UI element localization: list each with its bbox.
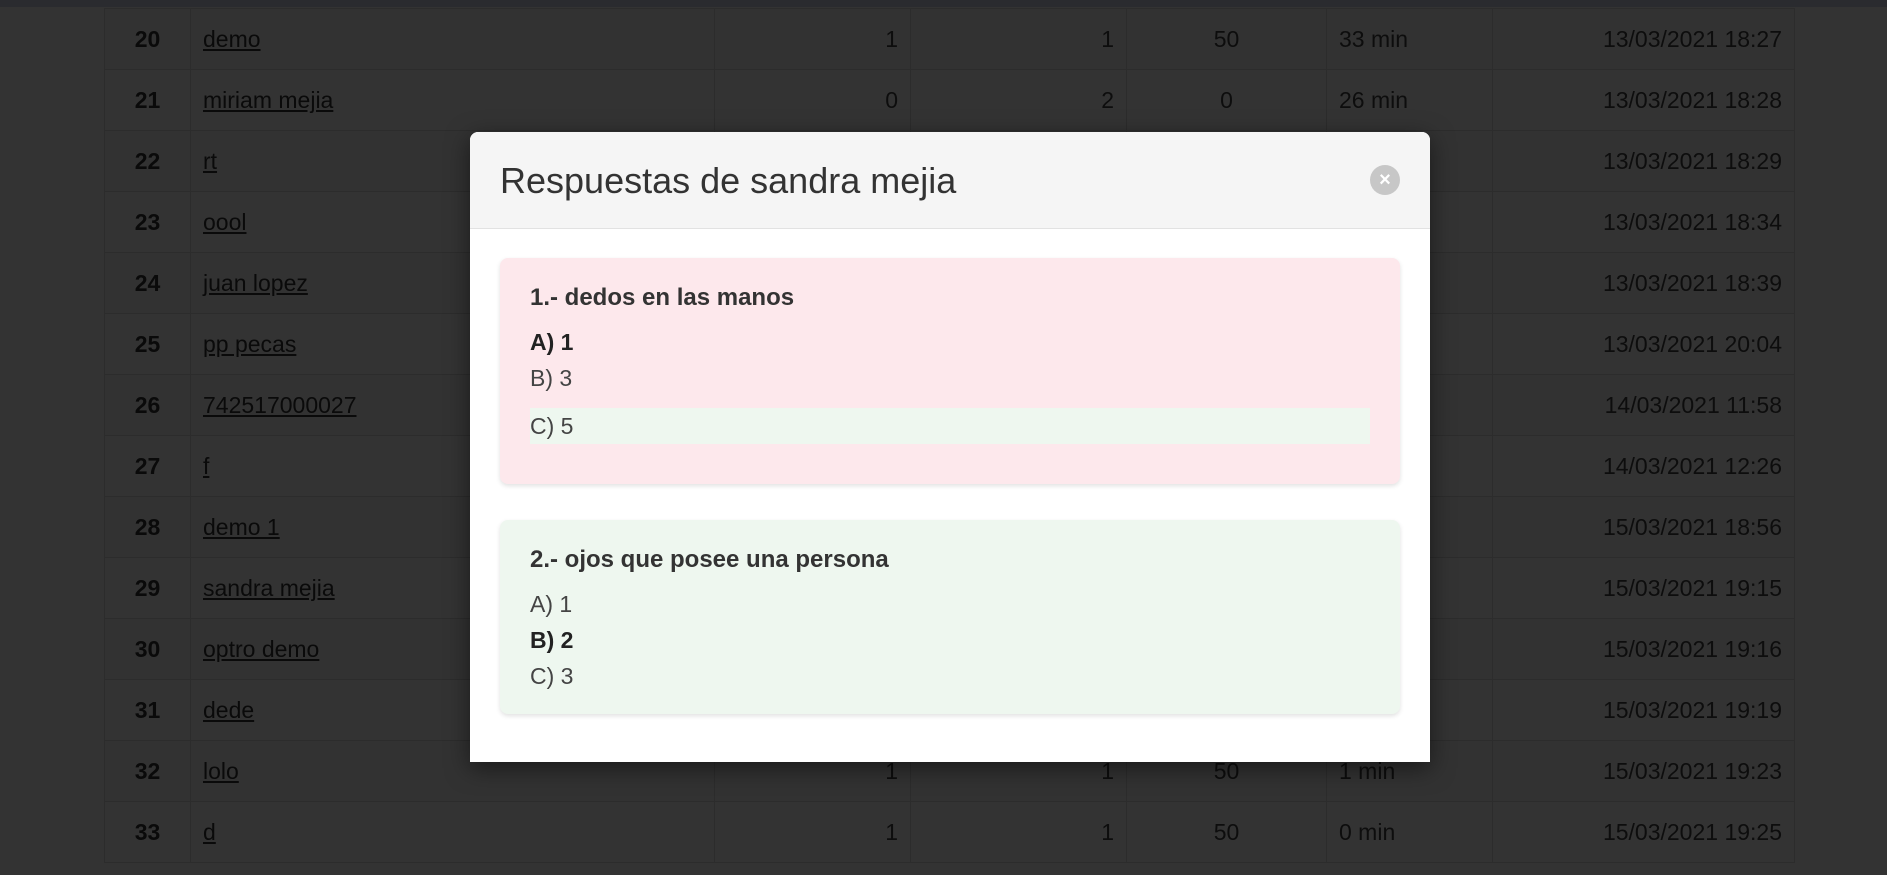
option: C) 3 — [530, 663, 574, 689]
close-icon[interactable]: × — [1370, 165, 1400, 195]
question-card-incorrect: 1.- dedos en las manos A) 1 B) 3 C) 5 — [500, 258, 1400, 484]
question-text: 1.- dedos en las manos — [530, 284, 795, 311]
modal-body: 1.- dedos en las manos A) 1 B) 3 C) 5 2.… — [470, 229, 1430, 714]
modal-title: Respuestas de sandra mejia — [500, 160, 957, 201]
responses-modal: Respuestas de sandra mejia × 1.- dedos e… — [470, 132, 1430, 762]
question-card-correct: 2.- ojos que posee una persona A) 1 B) 2… — [500, 520, 1400, 714]
option-selected: B) 2 — [530, 627, 574, 653]
option-selected: A) 1 — [530, 329, 574, 355]
option: A) 1 — [530, 591, 573, 617]
backdrop-top-strip — [0, 0, 1887, 7]
option-correct-answer: C) 5 — [530, 408, 1370, 444]
question-text: 2.- ojos que posee una persona — [530, 546, 889, 573]
option: B) 3 — [530, 365, 573, 391]
modal-header: Respuestas de sandra mejia × — [470, 132, 1430, 229]
